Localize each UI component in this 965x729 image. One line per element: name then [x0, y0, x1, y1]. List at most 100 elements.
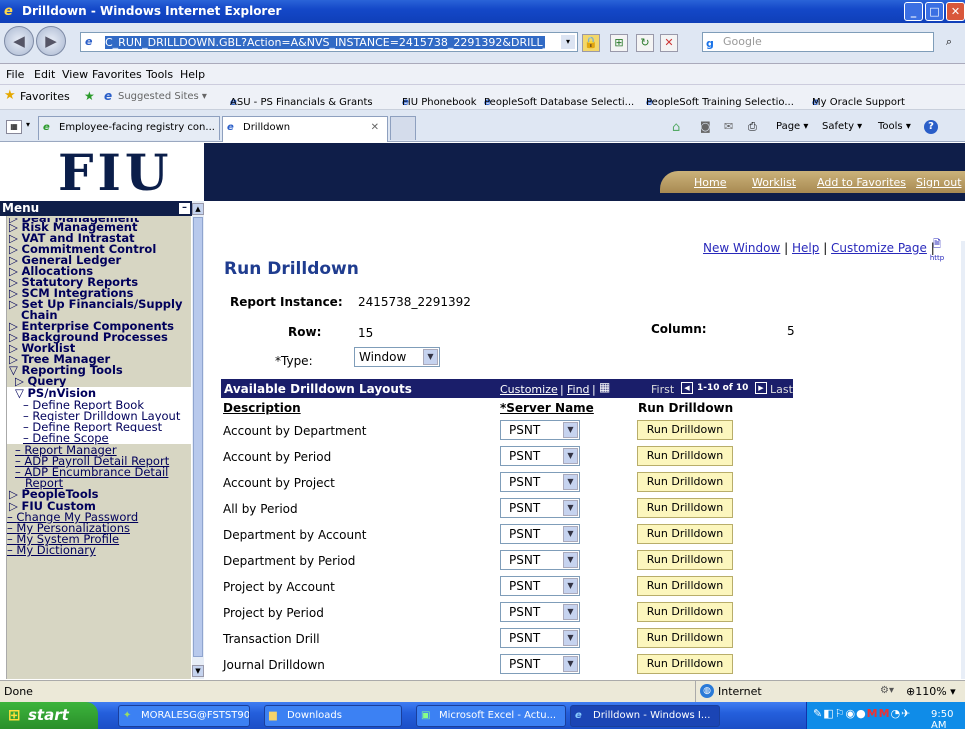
close-button[interactable]: ✕: [946, 2, 965, 21]
chevron-down-icon[interactable]: ▾: [561, 35, 575, 49]
server-name-select[interactable]: PSNT ▼: [500, 602, 580, 622]
menu-edit[interactable]: Edit: [34, 68, 55, 81]
run-drilldown-button[interactable]: Run Drilldown: [637, 524, 733, 544]
address-input[interactable]: e C_RUN_DRILLDOWN.GBL?Action=A&NVS_INSTA…: [80, 32, 578, 52]
tab-employee-registry[interactable]: e Employee-facing registry con...: [38, 116, 220, 140]
menu-view[interactable]: View: [62, 68, 88, 81]
layout-description: Transaction Drill: [223, 632, 320, 646]
mail-icon[interactable]: ✉: [724, 120, 733, 133]
lock-icon[interactable]: 🔒: [582, 34, 600, 52]
excel-icon: ▣: [421, 710, 431, 721]
favorites-star-icon: ★: [4, 88, 16, 103]
taskbar: ⊞ start ✦ MORALESG@FSTST90 ▆ Downloads ▣…: [0, 702, 965, 729]
run-drilldown-button[interactable]: Run Drilldown: [637, 576, 733, 596]
server-name-select[interactable]: PSNT ▼: [500, 472, 580, 492]
search-icon[interactable]: ⌕: [940, 34, 958, 52]
layout-description: Department by Account: [223, 528, 367, 542]
run-drilldown-button[interactable]: Run Drilldown: [637, 628, 733, 648]
taskbar-item-downloads[interactable]: ▆ Downloads: [264, 705, 402, 727]
feeds-icon[interactable]: ◙: [700, 120, 711, 133]
chevron-down-icon: ▼: [563, 422, 578, 438]
chevron-down-icon: ▼: [563, 552, 578, 568]
server-name-select[interactable]: PSNT ▼: [500, 550, 580, 570]
layout-description: Journal Drilldown: [223, 658, 325, 672]
chevron-down-icon: ▼: [563, 500, 578, 516]
server-name-select[interactable]: PSNT ▼: [500, 498, 580, 518]
server-name-value: PSNT: [509, 657, 541, 671]
search-input[interactable]: g Google: [702, 32, 934, 52]
tab-list-chevron-icon[interactable]: ▾: [26, 120, 30, 129]
help-icon[interactable]: ?: [924, 120, 938, 134]
chevron-down-icon: ▼: [563, 604, 578, 620]
layout-description: Project by Account: [223, 580, 335, 594]
chevron-down-icon: ▼: [563, 474, 578, 490]
chevron-down-icon: ▼: [563, 656, 578, 672]
server-name-value: PSNT: [509, 631, 541, 645]
ie-page-icon: e: [227, 122, 234, 133]
layout-description: Project by Period: [223, 606, 324, 620]
server-name-select[interactable]: PSNT ▼: [500, 446, 580, 466]
refresh-icon[interactable]: ↻: [636, 34, 654, 52]
folder-icon: ▆: [269, 710, 277, 721]
taskbar-item-excel[interactable]: ▣ Microsoft Excel - Actu...: [416, 705, 566, 727]
protected-mode-icon[interactable]: ⚙▾: [880, 685, 894, 696]
address-bar-area: ◀ ▶ e C_RUN_DRILLDOWN.GBL?Action=A&NVS_I…: [0, 23, 965, 64]
menu-file[interactable]: File: [6, 68, 24, 81]
compatibility-icon[interactable]: ⊞: [610, 34, 628, 52]
menu-help[interactable]: Help: [180, 68, 205, 81]
tray-icons[interactable]: ✎◧⚐◉●MM◔✈: [813, 707, 911, 720]
server-name-select[interactable]: PSNT ▼: [500, 420, 580, 440]
favorites-bar: ★ Favorites ★ e Suggested Sites ▾ e ASU …: [0, 85, 965, 110]
page-menu[interactable]: Page ▾: [776, 121, 808, 132]
grid-body: Account by Department PSNT ▼ Run Drilldown A…: [0, 143, 965, 679]
favorites-button[interactable]: Favorites: [20, 90, 70, 103]
menu-favorites[interactable]: Favorites: [92, 68, 142, 81]
ie-icon: e: [4, 4, 13, 19]
layout-description: All by Period: [223, 502, 298, 516]
stop-icon[interactable]: ✕: [660, 34, 678, 52]
server-name-select[interactable]: PSNT ▼: [500, 524, 580, 544]
menu-tools[interactable]: Tools: [146, 68, 173, 81]
server-name-value: PSNT: [509, 449, 541, 463]
quick-tabs-icon[interactable]: ▦: [6, 120, 22, 134]
taskbar-item-morales[interactable]: ✦ MORALESG@FSTST90: [118, 705, 250, 727]
server-name-value: PSNT: [509, 475, 541, 489]
run-drilldown-button[interactable]: Run Drilldown: [637, 550, 733, 570]
server-name-value: PSNT: [509, 553, 541, 567]
run-drilldown-button[interactable]: Run Drilldown: [637, 420, 733, 440]
server-name-select[interactable]: PSNT ▼: [500, 628, 580, 648]
fav-suggested-sites[interactable]: Suggested Sites ▾: [118, 91, 207, 102]
run-drilldown-button[interactable]: Run Drilldown: [637, 602, 733, 622]
start-button[interactable]: ⊞ start: [0, 702, 98, 729]
run-drilldown-button[interactable]: Run Drilldown: [637, 472, 733, 492]
layout-description: Account by Project: [223, 476, 335, 490]
safety-menu[interactable]: Safety ▾: [822, 121, 862, 132]
run-drilldown-button[interactable]: Run Drilldown: [637, 498, 733, 518]
server-name-select[interactable]: PSNT ▼: [500, 576, 580, 596]
back-button[interactable]: ◀: [4, 26, 34, 56]
close-tab-icon[interactable]: ✕: [371, 117, 379, 139]
home-icon[interactable]: ⌂: [672, 120, 680, 135]
print-icon[interactable]: ⎙: [748, 120, 757, 134]
server-name-value: PSNT: [509, 501, 541, 515]
maximize-button[interactable]: □: [925, 2, 944, 21]
address-url: C_RUN_DRILLDOWN.GBL?Action=A&NVS_INSTANC…: [105, 36, 545, 49]
forward-button[interactable]: ▶: [36, 26, 66, 56]
zoom-level[interactable]: ⊕110% ▾: [906, 685, 956, 698]
zoom-icon: ⊕: [906, 685, 916, 698]
ie-page-icon: e: [104, 89, 113, 103]
ie-page-icon: e: [43, 122, 50, 133]
status-bar: Done ◍ Internet ⚙▾ ⊕110% ▾: [0, 680, 965, 703]
window-title-bar: e Drilldown - Windows Internet Explorer …: [0, 0, 965, 23]
minimize-button[interactable]: _: [904, 2, 923, 21]
browser-menu-bar: File Edit View Favorites Tools Help: [0, 64, 965, 85]
server-name-select[interactable]: PSNT ▼: [500, 654, 580, 674]
run-drilldown-button[interactable]: Run Drilldown: [637, 654, 733, 674]
add-favorite-icon[interactable]: ★: [84, 89, 95, 103]
tab-drilldown[interactable]: e Drilldown ✕: [222, 116, 388, 142]
server-name-value: PSNT: [509, 605, 541, 619]
new-tab-button[interactable]: [390, 116, 416, 140]
taskbar-item-drilldown[interactable]: e Drilldown - Windows I...: [570, 705, 720, 727]
run-drilldown-button[interactable]: Run Drilldown: [637, 446, 733, 466]
tools-menu[interactable]: Tools ▾: [878, 121, 911, 132]
